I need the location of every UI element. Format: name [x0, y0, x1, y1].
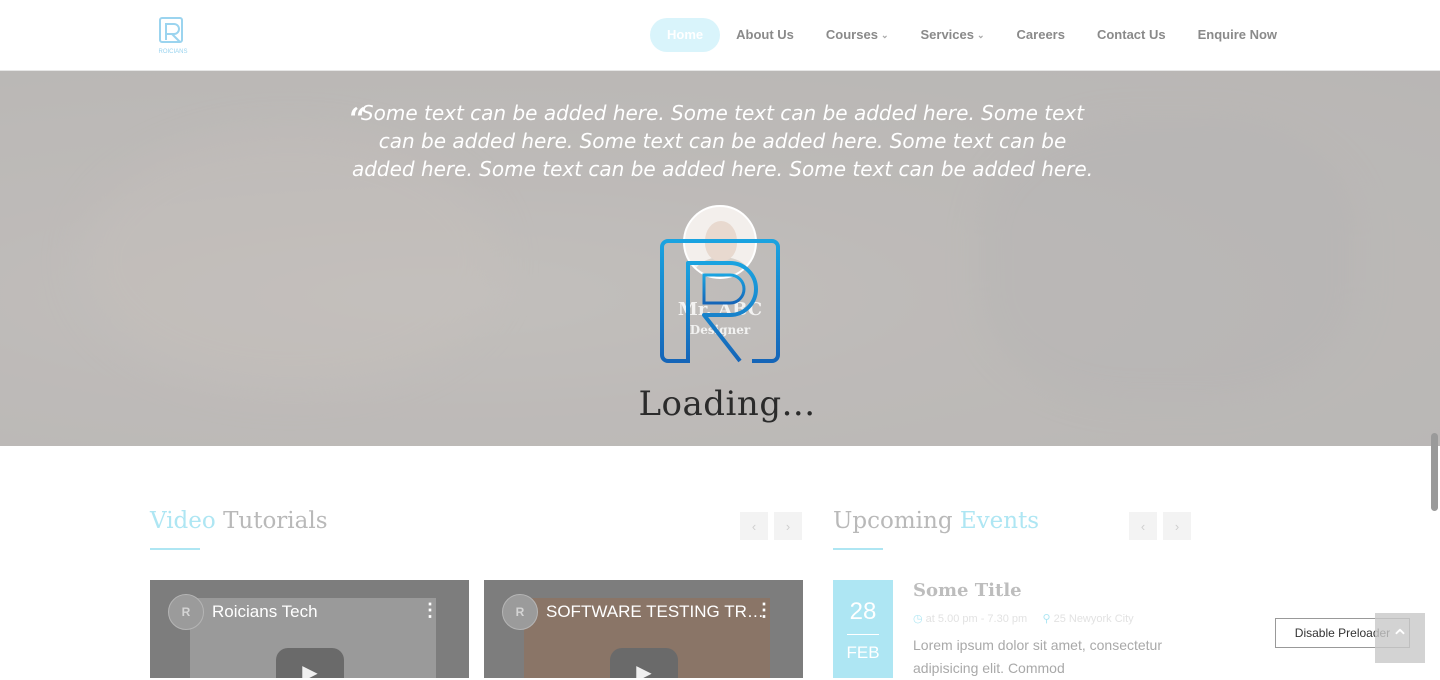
nav-contact-us-label: Contact Us: [1096, 27, 1166, 42]
event-day: 28: [849, 598, 877, 625]
nav-courses[interactable]: Courses ⌄: [810, 18, 905, 52]
nav-home[interactable]: Home: [650, 18, 721, 52]
events-title-accent: Events: [959, 508, 1040, 534]
events-next-button[interactable]: ›: [1163, 512, 1191, 540]
play-icon: ▶: [302, 662, 318, 678]
channel-logo-icon[interactable]: R: [168, 594, 204, 630]
chevron-right-icon: ›: [785, 518, 791, 534]
title-underline: [833, 548, 883, 550]
event-title[interactable]: Some Title: [913, 580, 1022, 601]
divider: [847, 634, 879, 635]
chevron-down-icon: ⌄: [976, 30, 985, 40]
logo-text: ROICIANS: [158, 49, 187, 55]
play-button[interactable]: ▶: [610, 648, 678, 678]
video-section-title: Video Tutorials: [150, 508, 328, 534]
video-card[interactable]: R Roicians Tech ⋮ ▶: [150, 580, 469, 678]
events-title-plain: Upcoming: [833, 508, 953, 534]
chevron-up-icon: ⌃: [1390, 625, 1410, 650]
nav-services[interactable]: Services ⌄: [904, 18, 1000, 52]
nav-courses-label: Courses: [825, 27, 878, 42]
channel-logo-icon[interactable]: R: [502, 594, 538, 630]
testimonial-quote: Some text can be added here. Some text c…: [351, 101, 1094, 181]
more-vert-icon[interactable]: ⋮: [421, 601, 439, 619]
nav-about-us-label: About Us: [736, 27, 794, 42]
events-section-title: Upcoming Events: [833, 508, 1039, 534]
event-date-badge: 28 FEB: [833, 580, 893, 678]
nav-careers-label: Careers: [1016, 27, 1065, 42]
more-vert-icon[interactable]: ⋮: [755, 601, 773, 619]
event-time: at 5.00 pm - 7.30 pm: [925, 613, 1028, 625]
nav-home-label: Home: [667, 27, 704, 42]
nav-about-us[interactable]: About Us: [720, 18, 810, 52]
video-title[interactable]: Roicians Tech: [212, 602, 432, 622]
event-description: Lorem ipsum dolor sit amet, consectetur …: [913, 637, 1162, 676]
title-underline: [150, 548, 200, 550]
map-marker-icon: ⚲: [1042, 613, 1051, 625]
chevron-left-icon: ‹: [751, 518, 757, 534]
nav-enquire-now-label: Enquire Now: [1197, 27, 1278, 42]
loading-text: Loading...: [638, 384, 816, 424]
video-prev-button[interactable]: ‹: [740, 512, 768, 540]
main-nav: Home About Us Courses ⌄ Services ⌄ Careers…: [650, 18, 1293, 52]
play-icon: ▶: [636, 662, 652, 678]
scrollbar-thumb[interactable]: [1431, 433, 1438, 511]
video-title[interactable]: SOFTWARE TESTING TRAINING: [546, 602, 766, 622]
chevron-down-icon: ⌄: [880, 30, 889, 40]
nav-services-label: Services: [920, 27, 974, 42]
event-month: FEB: [846, 643, 880, 662]
site-logo[interactable]: ROICIANS: [150, 16, 196, 56]
video-card[interactable]: R SOFTWARE TESTING TRAINING ⋮ ▶: [484, 580, 803, 678]
chevron-right-icon: ›: [1174, 518, 1180, 534]
event-location: 25 Newyork City: [1053, 613, 1134, 625]
events-prev-button[interactable]: ‹: [1129, 512, 1157, 540]
video-title-accent: Video: [150, 508, 216, 534]
clock-icon: ◷: [913, 613, 923, 625]
nav-careers[interactable]: Careers: [1001, 18, 1081, 52]
video-title-rest: Tutorials: [223, 508, 328, 534]
back-to-top-button[interactable]: ⌃: [1375, 613, 1425, 663]
chevron-left-icon: ‹: [1140, 518, 1146, 534]
site-header: ROICIANS Home About Us Courses ⌄ Services…: [0, 0, 1440, 71]
play-button[interactable]: ▶: [276, 648, 344, 678]
preloader-logo: [660, 239, 780, 363]
nav-enquire-now[interactable]: Enquire Now: [1182, 18, 1293, 52]
event-meta: ◷ at 5.00 pm - 7.30 pm ⚲ 25 Newyork City: [913, 612, 1134, 625]
video-next-button[interactable]: ›: [774, 512, 802, 540]
nav-contact-us[interactable]: Contact Us: [1081, 18, 1182, 52]
